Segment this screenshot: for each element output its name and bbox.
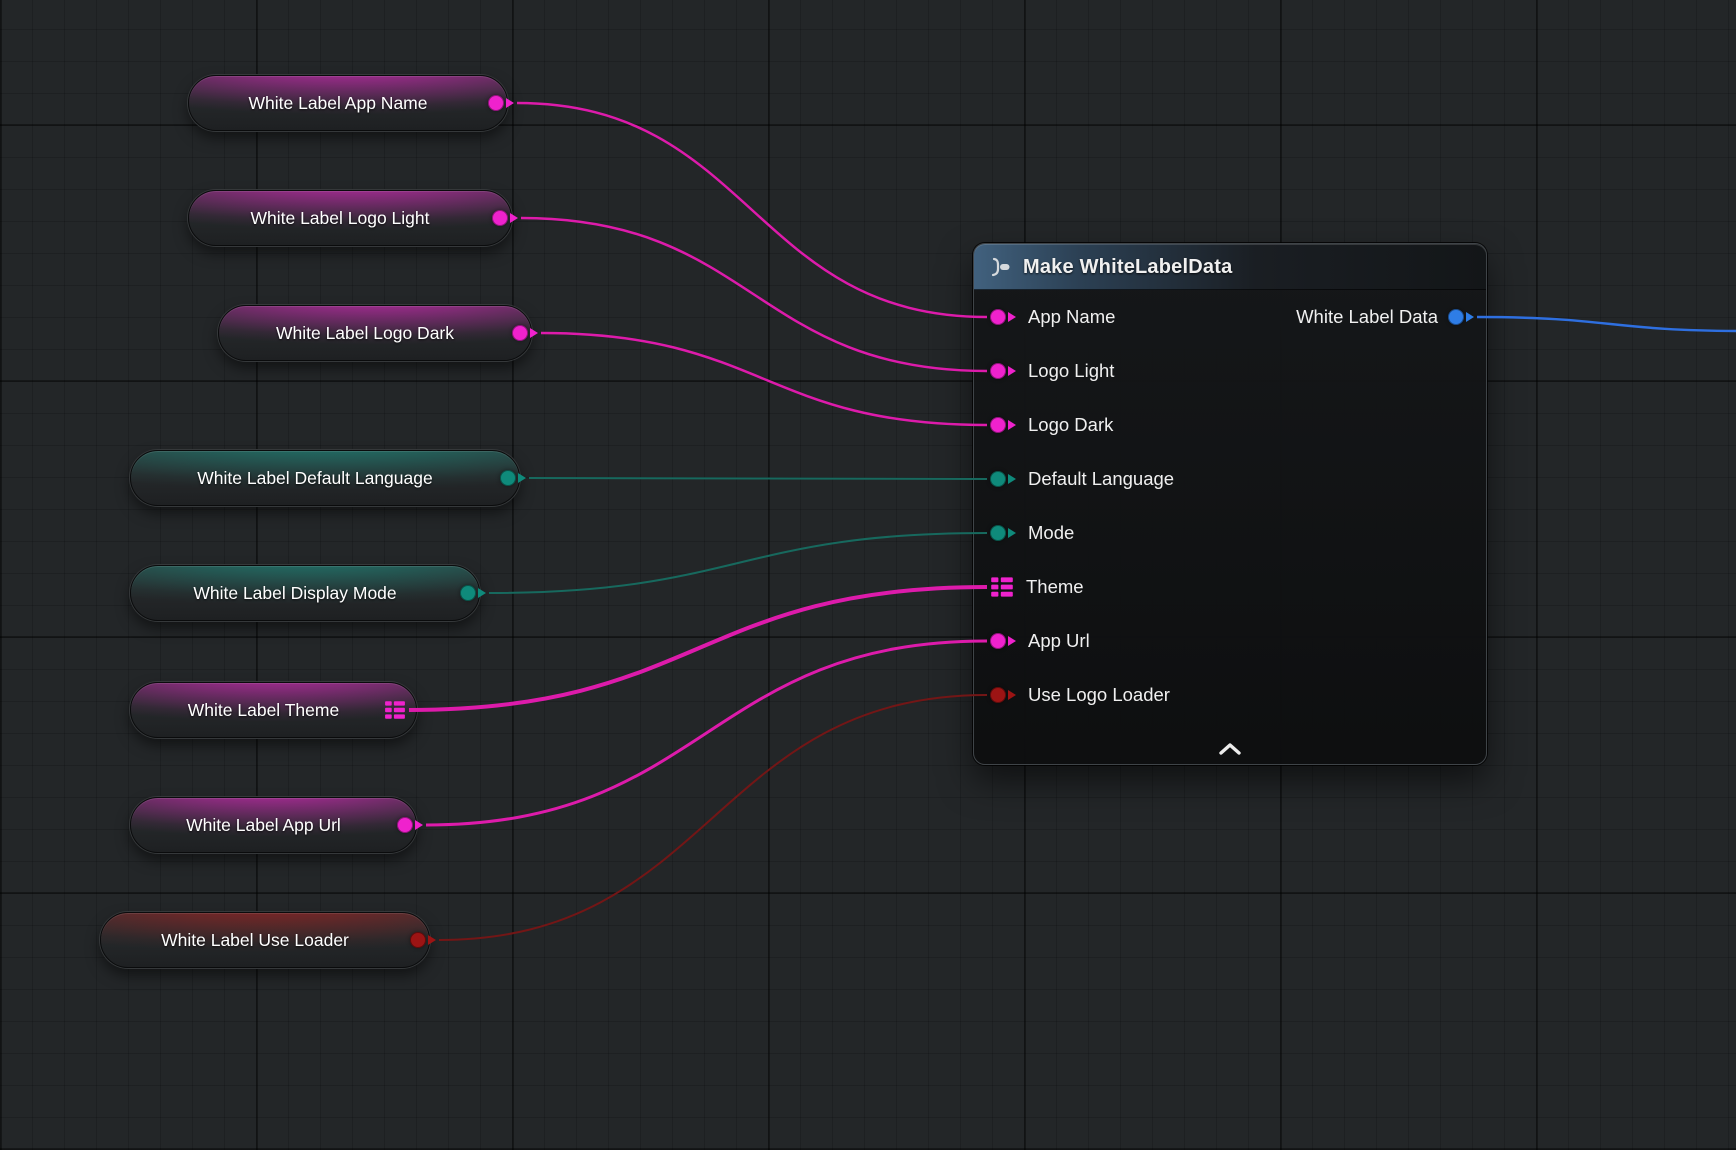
pin-out-get-app-url[interactable] <box>397 817 423 833</box>
node-get-app-url[interactable]: White Label App Url <box>130 797 417 853</box>
node-title: Make WhiteLabelData <box>1023 256 1232 279</box>
pin-label: App Url <box>1028 630 1090 652</box>
input-pin-icon <box>990 471 1006 487</box>
pin-out-get-use-loader[interactable] <box>410 932 436 948</box>
struct-grid-icon <box>990 575 1014 599</box>
make-struct-icon <box>988 255 1012 279</box>
node-header[interactable]: Make WhiteLabelData <box>974 244 1486 290</box>
pin-in-theme[interactable] <box>990 575 1014 599</box>
pin-out-get-default-language[interactable] <box>500 470 526 486</box>
node-body: App Name Logo Light Logo Dark Default La… <box>974 290 1486 764</box>
pin-label: Logo Light <box>1028 360 1114 382</box>
pin-label: Mode <box>1028 522 1074 544</box>
pin-wedge-icon <box>415 820 423 830</box>
chevron-up-icon[interactable] <box>1210 738 1250 760</box>
pin-in-app-url[interactable] <box>990 633 1016 649</box>
getter-label: White Label Logo Dark <box>219 323 531 344</box>
pin-out-get-theme[interactable] <box>384 699 406 721</box>
pin-wedge-icon <box>428 935 436 945</box>
getter-label: White Label Use Loader <box>101 930 429 951</box>
pin-wedge-icon <box>1008 690 1016 700</box>
pin-wedge-icon <box>1008 366 1016 376</box>
output-pin-icon <box>512 325 528 341</box>
pin-label: Theme <box>1026 576 1084 598</box>
pin-wedge-icon <box>1008 420 1016 430</box>
pin-wedge-icon <box>1008 636 1016 646</box>
pin-row: Logo Light <box>974 344 1486 398</box>
output-pin-icon <box>1448 309 1464 325</box>
pin-label: White Label Data <box>1296 306 1438 328</box>
pin-out-white-label-data[interactable] <box>1448 309 1474 325</box>
node-get-display-mode[interactable]: White Label Display Mode <box>130 565 480 621</box>
pin-in-logo-light[interactable] <box>990 363 1016 379</box>
pin-row: App Url <box>974 614 1486 668</box>
node-get-use-loader[interactable]: White Label Use Loader <box>100 912 430 968</box>
pin-in-use-logo-loader[interactable] <box>990 687 1016 703</box>
pin-wedge-icon <box>1466 312 1474 322</box>
struct-grid-icon <box>384 699 406 721</box>
node-get-theme[interactable]: White Label Theme <box>130 682 417 738</box>
pin-wedge-icon <box>510 213 518 223</box>
getter-label: White Label App Name <box>189 93 507 114</box>
pin-in-mode[interactable] <box>990 525 1016 541</box>
pin-in-default-language[interactable] <box>990 471 1016 487</box>
output-pin-icon <box>500 470 516 486</box>
pin-label: Logo Dark <box>1028 414 1113 436</box>
pin-label: Default Language <box>1028 468 1174 490</box>
output-pin-icon <box>397 817 413 833</box>
graph-canvas[interactable]: White Label App Name White Label Logo Li… <box>0 0 1736 1150</box>
output-pin-icon <box>488 95 504 111</box>
getter-label: White Label Display Mode <box>131 583 479 604</box>
node-make-whitelabeldata[interactable]: Make WhiteLabelData App Name Logo Light … <box>973 243 1487 765</box>
pin-wedge-icon <box>478 588 486 598</box>
node-get-default-language[interactable]: White Label Default Language <box>130 450 520 506</box>
pin-out-get-logo-light[interactable] <box>492 210 518 226</box>
pin-label: App Name <box>1028 306 1115 328</box>
getter-label: White Label Logo Light <box>189 208 511 229</box>
pin-wedge-icon <box>1008 528 1016 538</box>
input-pin-icon <box>990 309 1006 325</box>
input-pin-icon <box>990 633 1006 649</box>
output-pin-row: White Label Data <box>1296 290 1474 344</box>
output-pin-icon <box>410 932 426 948</box>
output-pin-icon <box>492 210 508 226</box>
pin-wedge-icon <box>1008 474 1016 484</box>
pin-out-get-app-name[interactable] <box>488 95 514 111</box>
pin-wedge-icon <box>506 98 514 108</box>
node-get-logo-dark[interactable]: White Label Logo Dark <box>218 305 532 361</box>
pin-row: Default Language <box>974 452 1486 506</box>
pin-row: Theme <box>974 560 1486 614</box>
pin-wedge-icon <box>1008 312 1016 322</box>
pin-in-logo-dark[interactable] <box>990 417 1016 433</box>
pin-in-app-name[interactable] <box>990 309 1016 325</box>
pin-out-get-display-mode[interactable] <box>460 585 486 601</box>
output-pin-icon <box>460 585 476 601</box>
pin-wedge-icon <box>530 328 538 338</box>
input-pin-icon <box>990 417 1006 433</box>
input-pin-icon <box>990 363 1006 379</box>
node-get-logo-light[interactable]: White Label Logo Light <box>188 190 512 246</box>
node-get-app-name[interactable]: White Label App Name <box>188 75 508 131</box>
getter-label: White Label Theme <box>131 700 416 721</box>
pin-out-get-logo-dark[interactable] <box>512 325 538 341</box>
getter-label: White Label Default Language <box>131 468 519 489</box>
pin-row: Use Logo Loader <box>974 668 1486 722</box>
pin-wedge-icon <box>518 473 526 483</box>
pin-row: Mode <box>974 506 1486 560</box>
getter-label: White Label App Url <box>131 815 416 836</box>
input-pin-icon <box>990 687 1006 703</box>
input-pin-icon <box>990 525 1006 541</box>
pin-label: Use Logo Loader <box>1028 684 1170 706</box>
pin-row: Logo Dark <box>974 398 1486 452</box>
